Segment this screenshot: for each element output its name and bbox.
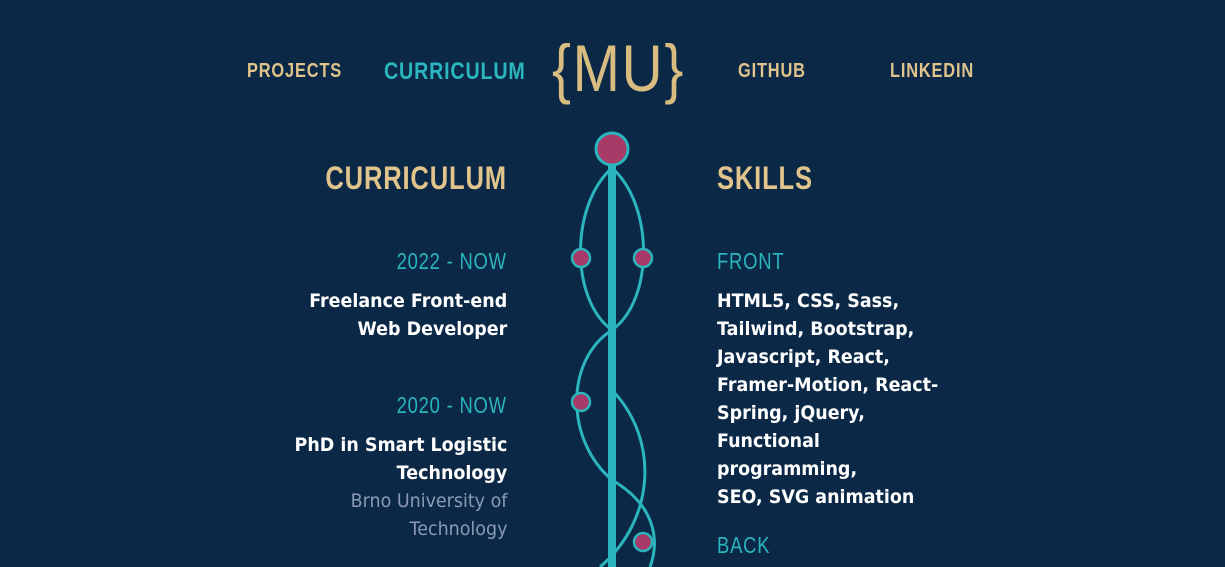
skill-line: Functional programming, [717,430,858,480]
timeline-graphic [570,131,656,567]
entry-role-line: Freelance Front-end [308,290,507,312]
entry-role-line: PhD in Smart Logistic [294,434,507,456]
skills-heading: SKILLS [717,160,813,196]
entry-role: PhD in Smart Logistic Technology [294,431,507,487]
timeline-start-node [594,131,630,167]
skill-line: Javascript, React, [717,346,890,368]
timeline-node [632,247,654,269]
entry-period: 2022 - NOW [396,248,507,274]
entry-org-line: Technology [409,518,507,540]
entry-org-line: Brno University of [350,490,507,512]
skill-line: Spring, jQuery, [717,402,865,424]
entry-organization: Brno University of Technology [350,487,507,543]
timeline-node [570,247,592,269]
skill-category-front: FRONT [717,248,785,274]
skill-line: Framer-Motion, React- [717,374,939,396]
skill-category-back: BACK [717,532,771,558]
timeline-node [570,391,592,413]
skill-line: HTML5, CSS, Sass, [717,290,900,312]
skill-list-front: HTML5, CSS, Sass, Tailwind, Bootstrap, J… [717,287,965,511]
entry-role: Freelance Front-end Web Developer [309,287,507,343]
entry-role-line: Technology [396,462,507,484]
curriculum-heading: CURRICULUM [325,160,507,196]
entry-period: 2020 - NOW [396,392,507,418]
skill-line: SEO, SVG animation [717,486,915,508]
entry-role-line: Web Developer [357,318,507,340]
timeline-node [632,531,654,553]
skill-line: Tailwind, Bootstrap, [717,318,915,340]
